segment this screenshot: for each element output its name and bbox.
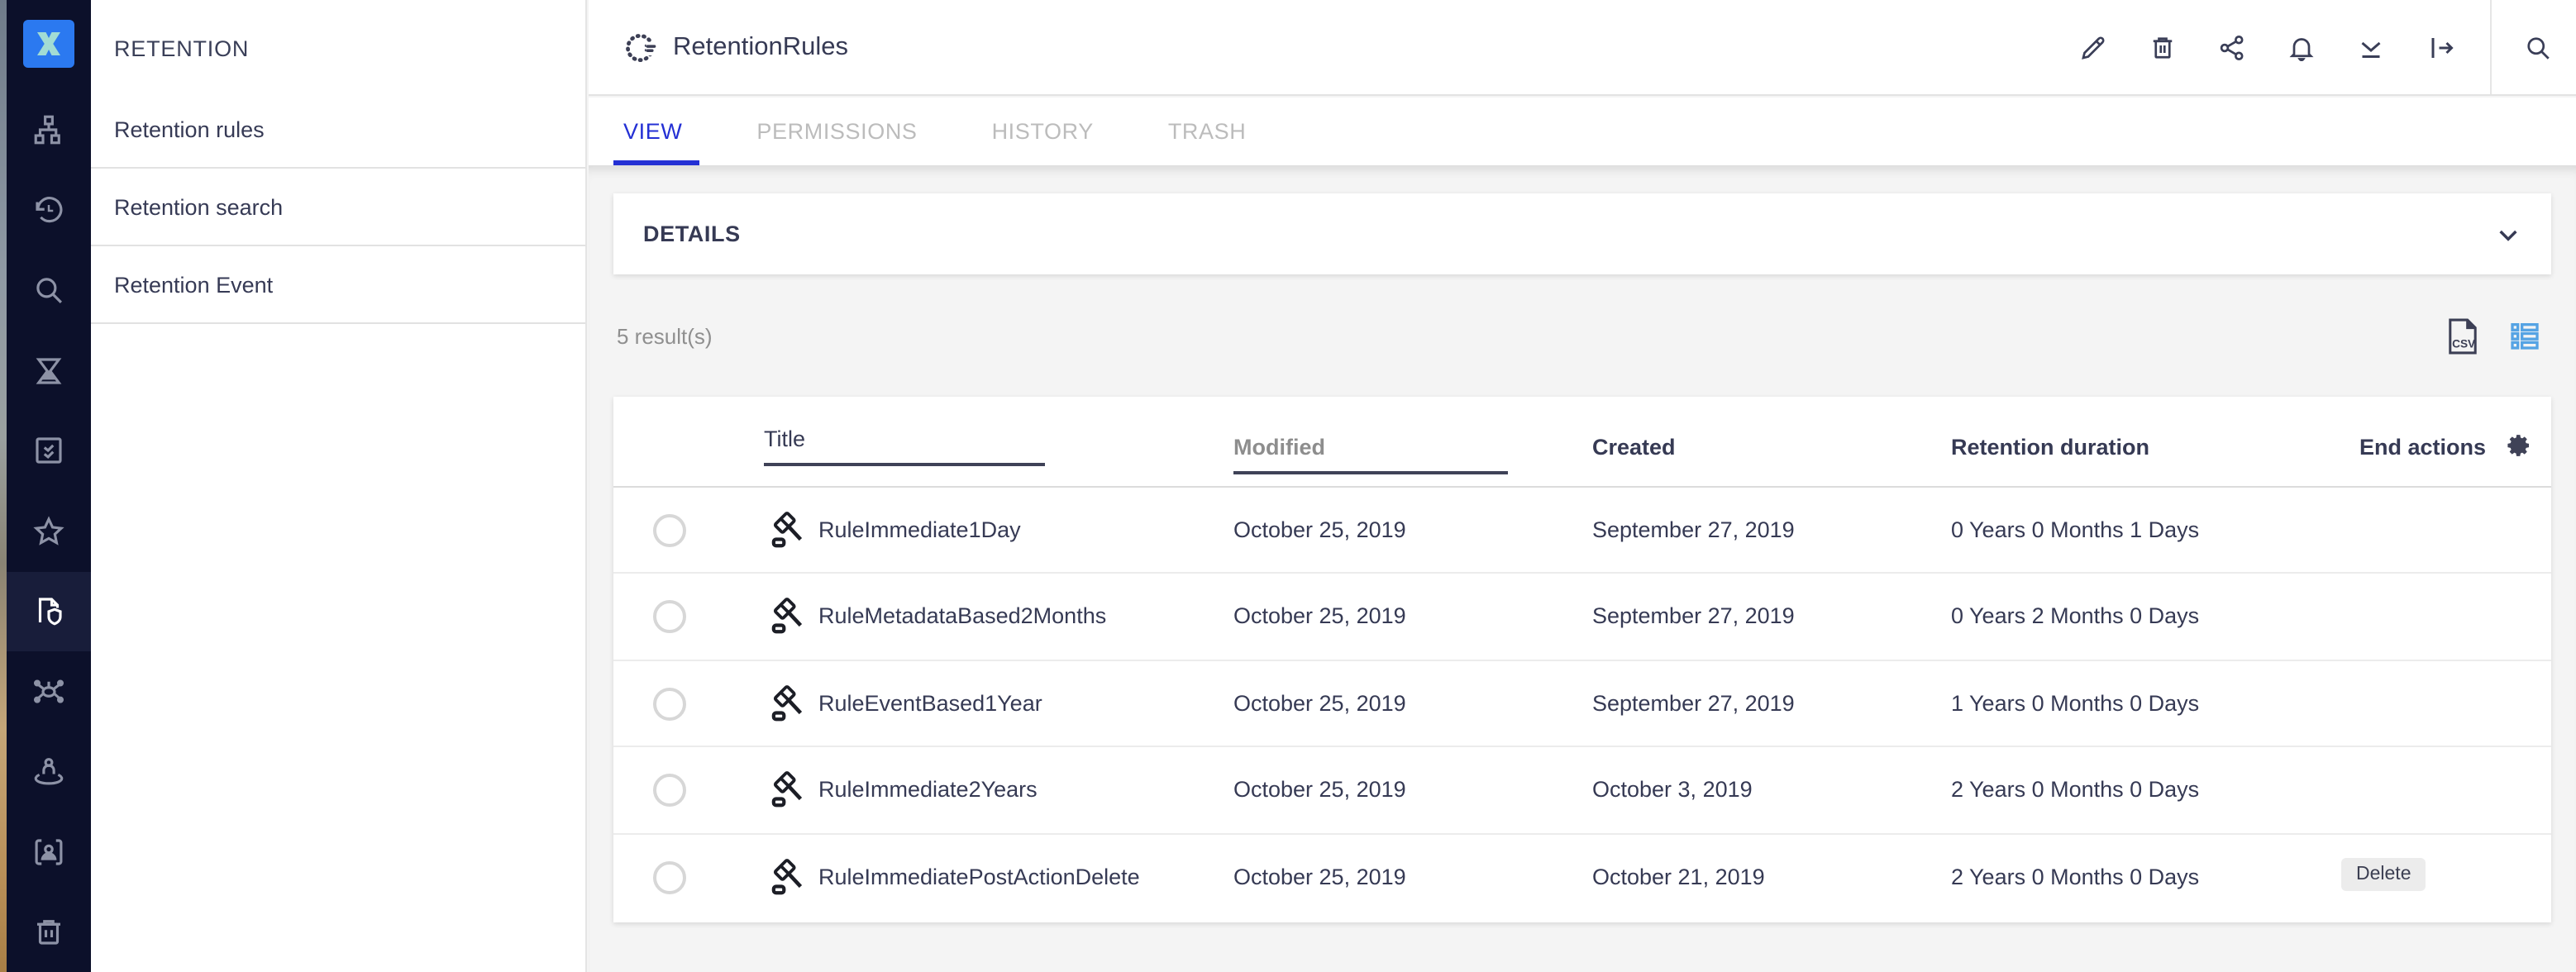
sidebar-title: RETENTION xyxy=(91,0,585,91)
rule-title[interactable]: RuleEventBased1Year xyxy=(818,691,1042,716)
row-select-radio[interactable] xyxy=(653,601,686,634)
nuxeo-logo[interactable] xyxy=(23,20,74,67)
search-icon[interactable] xyxy=(7,250,91,331)
rule-duration: 2 Years 0 Months 0 Days xyxy=(1951,864,2199,889)
rule-duration: 2 Years 0 Months 0 Days xyxy=(1951,777,2199,802)
rule-title[interactable]: RuleImmediatePostActionDelete xyxy=(818,864,1140,889)
export-csv-icon[interactable]: CSV xyxy=(2447,317,2478,355)
results-toolbar: 5 result(s) CSV xyxy=(617,322,2551,355)
rule-created: September 27, 2019 xyxy=(1592,517,1795,542)
profile-card-icon[interactable] xyxy=(7,812,91,892)
rule-duration: 1 Years 0 Months 0 Days xyxy=(1951,691,2199,716)
rule-title[interactable]: RuleMetadataBased2Months xyxy=(818,604,1106,629)
details-accordion[interactable]: DETAILS xyxy=(613,193,2551,274)
tab-permissions[interactable]: PERMISSIONS xyxy=(756,98,917,165)
rule-modified: October 25, 2019 xyxy=(1233,864,1406,889)
favorites-star-icon[interactable] xyxy=(7,491,91,571)
row-select-radio[interactable] xyxy=(653,688,686,721)
rule-created: September 27, 2019 xyxy=(1592,604,1795,629)
rule-duration: 0 Years 2 Months 0 Days xyxy=(1951,604,2199,629)
document-actions xyxy=(2078,0,2455,96)
content-area: DETAILS 5 result(s) CSV Title Modified C… xyxy=(589,165,2576,972)
header-divider xyxy=(2490,0,2492,94)
rule-duration: 0 Years 0 Months 1 Days xyxy=(1951,517,2199,542)
result-count: 5 result(s) xyxy=(617,324,713,349)
table-view-icon[interactable] xyxy=(2508,319,2541,352)
retention-rule-gavel-icon xyxy=(770,770,809,810)
retention-shield-doc-icon[interactable] xyxy=(7,571,91,651)
column-header-retention-duration[interactable]: Retention duration xyxy=(1951,435,2149,460)
rule-modified: October 25, 2019 xyxy=(1233,517,1406,542)
edit-pencil-icon[interactable] xyxy=(2078,33,2108,63)
page-title: RetentionRules xyxy=(673,32,848,62)
hourglass-icon[interactable] xyxy=(7,331,91,411)
column-header-modified[interactable]: Modified xyxy=(1233,435,1508,474)
dotted-folder-icon xyxy=(623,29,660,65)
retention-rule-gavel-icon xyxy=(770,511,809,550)
download-icon[interactable] xyxy=(2356,33,2386,63)
history-icon[interactable] xyxy=(7,170,91,250)
rule-modified: October 25, 2019 xyxy=(1233,604,1406,629)
desktop-background-sliver xyxy=(0,0,7,972)
delete-trash-icon[interactable] xyxy=(2148,33,2178,63)
results-table: Title Modified Created Retention duratio… xyxy=(613,397,2551,922)
tasks-icon[interactable] xyxy=(7,411,91,491)
trash-icon[interactable] xyxy=(7,892,91,972)
column-header-title[interactable]: Title xyxy=(764,426,1045,466)
table-row[interactable]: RuleImmediate2Years October 25, 2019 Oct… xyxy=(613,747,2551,834)
global-search-icon[interactable] xyxy=(2523,33,2553,63)
retention-rule-gavel-icon xyxy=(770,598,809,637)
retention-rule-gavel-icon xyxy=(770,857,809,897)
sidebar-item-retention-event[interactable]: Retention Event xyxy=(91,246,585,324)
rule-title[interactable]: RuleImmediate2Years xyxy=(818,777,1038,802)
table-row[interactable]: RuleImmediate1Day October 25, 2019 Septe… xyxy=(613,488,2551,574)
app-rail xyxy=(7,0,91,972)
column-header-end-actions[interactable]: End actions xyxy=(2359,435,2486,460)
rule-created: October 3, 2019 xyxy=(1592,777,1753,802)
document-tabs: VIEW PERMISSIONS HISTORY TRASH xyxy=(589,98,2576,165)
rule-created: October 21, 2019 xyxy=(1592,864,1765,889)
rule-created: September 27, 2019 xyxy=(1592,691,1795,716)
tab-view[interactable]: VIEW xyxy=(623,98,682,165)
document-header: RetentionRules xyxy=(589,0,2576,96)
sidebar-item-retention-rules[interactable]: Retention rules xyxy=(91,91,585,169)
main-panel: RetentionRules VIEW PERMISSIONS HISTORY … xyxy=(589,0,2576,972)
app-window: RETENTION Retention rules Retention sear… xyxy=(0,0,2576,972)
browse-tree-icon[interactable] xyxy=(7,90,91,170)
table-row[interactable]: RuleImmediatePostActionDelete October 25… xyxy=(613,834,2551,921)
column-header-created[interactable]: Created xyxy=(1592,435,1676,460)
chevron-down-icon xyxy=(2495,221,2521,247)
sidebar-item-retention-search[interactable]: Retention search xyxy=(91,169,585,246)
row-select-radio[interactable] xyxy=(653,860,686,893)
share-icon[interactable] xyxy=(2217,33,2247,63)
table-row[interactable]: RuleEventBased1Year October 25, 2019 Sep… xyxy=(613,661,2551,748)
table-header-row: Title Modified Created Retention duratio… xyxy=(613,397,2551,488)
retention-sidebar: RETENTION Retention rules Retention sear… xyxy=(91,0,587,972)
row-select-radio[interactable] xyxy=(653,514,686,547)
tab-history[interactable]: HISTORY xyxy=(992,98,1094,165)
workflow-network-icon[interactable] xyxy=(7,651,91,731)
rule-modified: October 25, 2019 xyxy=(1233,777,1406,802)
notifications-bell-icon[interactable] xyxy=(2287,33,2316,63)
details-label: DETAILS xyxy=(643,222,741,246)
tab-trash[interactable]: TRASH xyxy=(1168,98,1247,165)
rule-title[interactable]: RuleImmediate1Day xyxy=(818,517,1021,542)
table-row[interactable]: RuleMetadataBased2Months October 25, 201… xyxy=(613,574,2551,661)
end-action-badge: Delete xyxy=(2341,857,2426,890)
row-select-radio[interactable] xyxy=(653,774,686,807)
user-location-icon[interactable] xyxy=(7,731,91,812)
retention-rule-gavel-icon xyxy=(770,684,809,724)
svg-text:CSV: CSV xyxy=(2452,337,2476,350)
rule-modified: October 25, 2019 xyxy=(1233,691,1406,716)
column-settings-gear-icon[interactable] xyxy=(2505,431,2533,460)
export-icon[interactable] xyxy=(2426,33,2455,63)
